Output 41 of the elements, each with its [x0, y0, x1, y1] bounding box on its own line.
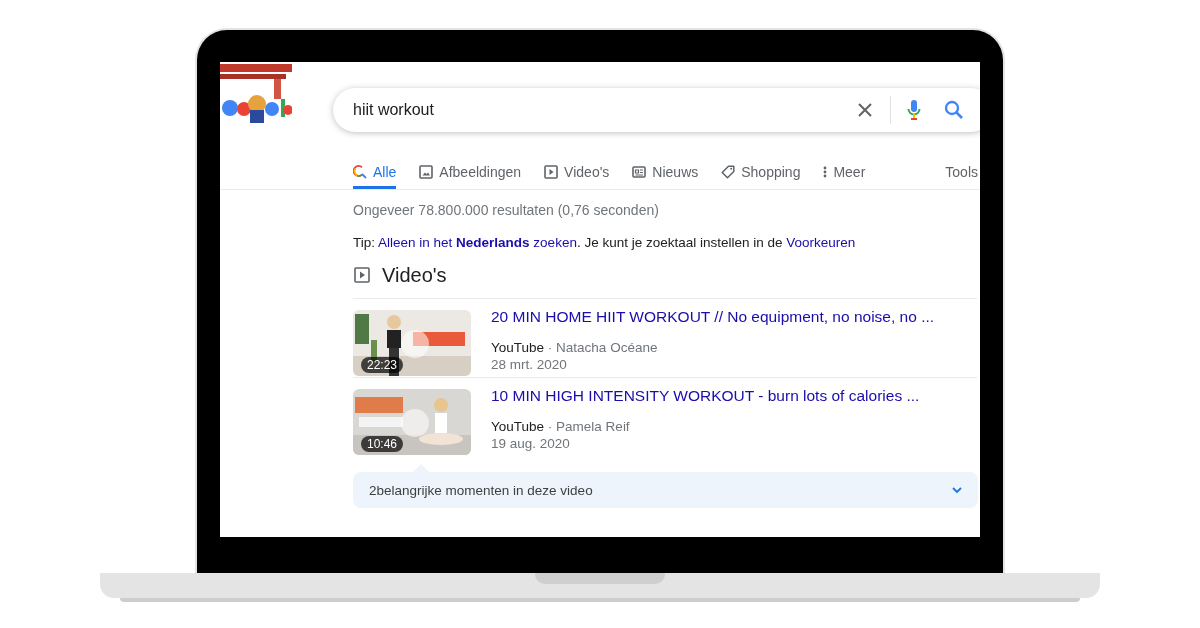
- search-icon: [353, 164, 367, 179]
- close-icon[interactable]: [856, 102, 873, 118]
- video-title-link[interactable]: 20 MIN HOME HIIT WORKOUT // No equipment, no noise, no ...: [491, 308, 935, 326]
- search-field[interactable]: hiit workout: [333, 88, 980, 132]
- separator-dot: ·: [547, 419, 553, 434]
- duration-badge: 22:23: [361, 357, 404, 373]
- channel-name: Pamela Reif: [556, 419, 630, 434]
- play-icon: [354, 267, 370, 283]
- search-tab[interactable]: Meer: [823, 157, 866, 189]
- tools-tab[interactable]: Tools: [945, 157, 980, 186]
- video-date: 19 aug. 2020: [491, 436, 571, 451]
- video-title-link[interactable]: 10 MIN HIGH INTENSITY WORKOUT - burn lots of calories ...: [491, 387, 920, 405]
- video-date: 28 mrt. 2020: [491, 357, 568, 372]
- section-heading: Video's: [382, 263, 447, 287]
- separator-dot: ·: [547, 340, 553, 355]
- tip-link[interactable]: Voorkeuren: [786, 235, 856, 250]
- search-tab[interactable]: Nieuws: [632, 157, 699, 189]
- result-stats: Ongeveer 78.800.000 resultaten (0,76 seconden): [353, 202, 660, 218]
- video-source: YouTube: [491, 419, 545, 434]
- microphone-icon[interactable]: [906, 99, 921, 121]
- news-icon: [632, 164, 647, 179]
- search-tab[interactable]: Video's: [544, 157, 610, 189]
- search-icon[interactable]: [943, 100, 964, 120]
- search-tab[interactable]: Afbeeldingen: [419, 157, 522, 189]
- tip-link[interactable]: Alleen in het Nederlands zoeken: [378, 235, 577, 250]
- search-query: hiit workout: [353, 101, 434, 119]
- tip-text: Tip: Alleen in het Nederlands zoeken. Je kunt je zoektaal instellen in de Voorkeuren: [353, 235, 857, 250]
- channel-name: Natacha Océane: [556, 340, 658, 355]
- chevron-down-icon: [951, 486, 963, 494]
- video-source: YouTube: [491, 340, 545, 355]
- duration-badge: 10:46: [361, 436, 404, 452]
- play-icon: [544, 164, 559, 179]
- tag-icon: [721, 164, 736, 179]
- video-thumbnail[interactable]: 22:23: [353, 310, 471, 376]
- key-moments-panel[interactable]: 2belangrijke momenten in deze video: [353, 472, 978, 508]
- search-tab[interactable]: Shopping: [721, 157, 801, 189]
- search-tab[interactable]: Alle: [353, 157, 397, 189]
- image-icon: [419, 164, 434, 179]
- more-icon: [823, 164, 828, 179]
- key-moments-text: 2belangrijke momenten in deze video: [369, 482, 593, 498]
- video-thumbnail[interactable]: 10:46: [353, 389, 471, 455]
